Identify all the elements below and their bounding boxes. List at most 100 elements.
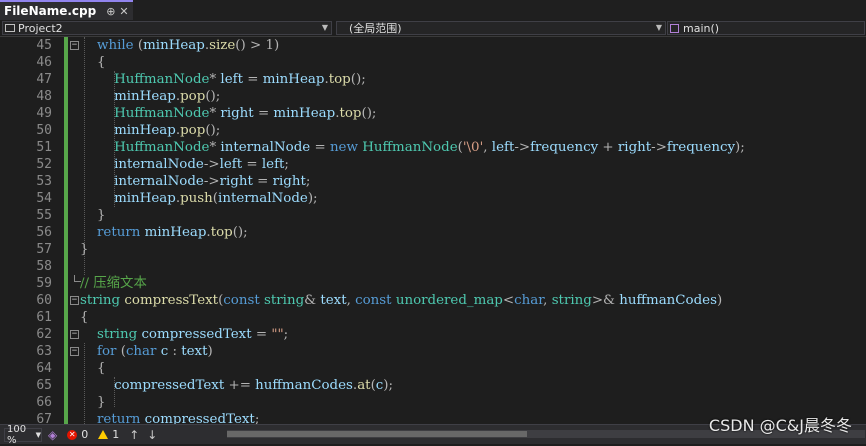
code-token: , [483, 140, 492, 155]
code-line: { [80, 54, 866, 71]
error-count[interactable]: ✕ 0 [67, 428, 88, 441]
collapse-icon[interactable]: − [70, 41, 79, 50]
code-token: right [219, 174, 253, 189]
warning-count[interactable]: 1 [98, 428, 119, 441]
tab-title: FileName.cpp [4, 4, 97, 18]
previous-issue-button[interactable]: ↑ [129, 428, 139, 442]
scope-dropdown[interactable]: (全局范围) ▼ [336, 21, 666, 35]
warning-count-label: 1 [112, 428, 120, 441]
code-token: top [210, 225, 233, 240]
code-token: : [168, 344, 182, 359]
code-token: ; [283, 327, 289, 342]
code-token: internalNode [220, 140, 311, 155]
code-token: , [346, 293, 356, 308]
code-token: minHeap [114, 89, 176, 104]
code-token: HuffmanNode [114, 72, 210, 87]
line-number: 50 [36, 123, 52, 138]
project-dropdown[interactable]: Project2 ▼ [2, 21, 332, 35]
code-editor[interactable]: 45 46 47 48 49 50 51 52 53 54 55 56 57 5… [0, 37, 866, 424]
code-token: size [209, 38, 236, 53]
line-number: 47 [36, 72, 52, 87]
scope-label: (全局范围) [349, 22, 402, 35]
pin-icon[interactable]: ⊕ [106, 5, 115, 18]
code-token: internalNode [218, 191, 308, 206]
line-number: 63 [36, 344, 52, 359]
error-count-label: 0 [81, 428, 89, 441]
code-token: new [329, 140, 358, 155]
glyph-margin[interactable] [0, 37, 14, 424]
collapse-icon[interactable]: − [70, 347, 79, 356]
document-tab[interactable]: FileName.cpp ⊕ ✕ [0, 0, 133, 20]
change-tracking-bar [64, 37, 68, 424]
project-icon [5, 24, 15, 32]
code-token: unordered_map [395, 293, 503, 308]
code-token: { [97, 361, 106, 376]
code-token: = [251, 327, 272, 342]
zoom-control[interactable]: 100 % ▼ ◈ [4, 424, 57, 446]
code-token: text [320, 293, 347, 308]
code-token: const [223, 293, 260, 308]
code-token: '\0' [462, 140, 484, 155]
line-number: 52 [36, 157, 52, 172]
code-token: right [617, 140, 652, 155]
code-token: left [220, 72, 243, 87]
code-token: ) [716, 293, 723, 308]
member-dropdown[interactable]: main() [667, 21, 865, 35]
code-token: * [209, 140, 221, 155]
chevron-down-icon: ▼ [35, 430, 41, 439]
code-line: { [80, 360, 866, 377]
next-issue-button[interactable]: ↓ [147, 428, 157, 442]
collapse-icon[interactable]: − [70, 330, 79, 339]
code-token: ); [307, 191, 318, 206]
scrollbar-thumb[interactable] [227, 431, 527, 437]
code-token: HuffmanNode [362, 140, 458, 155]
code-token: HuffmanNode [114, 140, 210, 155]
code-token: -> [203, 157, 220, 172]
line-number: 58 [36, 259, 52, 274]
code-token: HuffmanNode [114, 106, 210, 121]
zoom-dropdown[interactable]: 100 % ▼ [4, 424, 42, 446]
code-token: & [304, 293, 321, 308]
warning-icon [98, 430, 109, 439]
method-cube-icon [670, 23, 679, 33]
code-token: left [219, 157, 243, 172]
collapse-icon[interactable]: − [70, 296, 79, 305]
code-token: string [551, 293, 592, 308]
code-token: * [209, 106, 221, 121]
line-number: 59 [36, 276, 52, 291]
line-number: 56 [36, 225, 52, 240]
code-token: ); [735, 140, 745, 155]
line-number: 65 [36, 378, 52, 393]
code-text-area[interactable]: while (minHeap.size() > 1) { HuffmanNode… [80, 37, 866, 424]
code-token: (); [350, 72, 366, 87]
code-line: return minHeap.top(); [80, 224, 866, 241]
line-number-gutter: 45 46 47 48 49 50 51 52 53 54 55 56 57 5… [14, 37, 52, 424]
code-token: text [181, 344, 208, 359]
code-line: minHeap.push(internalNode); [80, 190, 866, 207]
line-number: 60 [36, 293, 52, 308]
code-token: frequency [666, 140, 736, 155]
code-token: { [97, 55, 106, 70]
code-token: minHeap [262, 72, 325, 87]
copilot-icon[interactable]: ◈ [48, 428, 57, 442]
line-number: 61 [36, 310, 52, 325]
code-token: { [80, 310, 89, 325]
code-line: } [80, 394, 866, 411]
code-line: internalNode->right = right; [80, 173, 866, 190]
code-token: minHeap [273, 106, 336, 121]
code-comment: // 压缩文本 [80, 276, 147, 291]
code-token: internalNode [114, 174, 204, 189]
code-token: return [97, 412, 141, 424]
code-line: while (minHeap.size() > 1) [80, 37, 866, 54]
code-line: } [80, 241, 866, 258]
code-token: char [125, 344, 157, 359]
code-line: string compressedText = ""; [80, 326, 866, 343]
code-token: -> [651, 140, 667, 155]
code-token: string [264, 293, 305, 308]
code-token: while [97, 38, 134, 53]
close-icon[interactable]: ✕ [119, 5, 128, 18]
code-token: ( [116, 344, 126, 359]
code-token: left [261, 157, 285, 172]
code-line: internalNode->left = left; [80, 156, 866, 173]
